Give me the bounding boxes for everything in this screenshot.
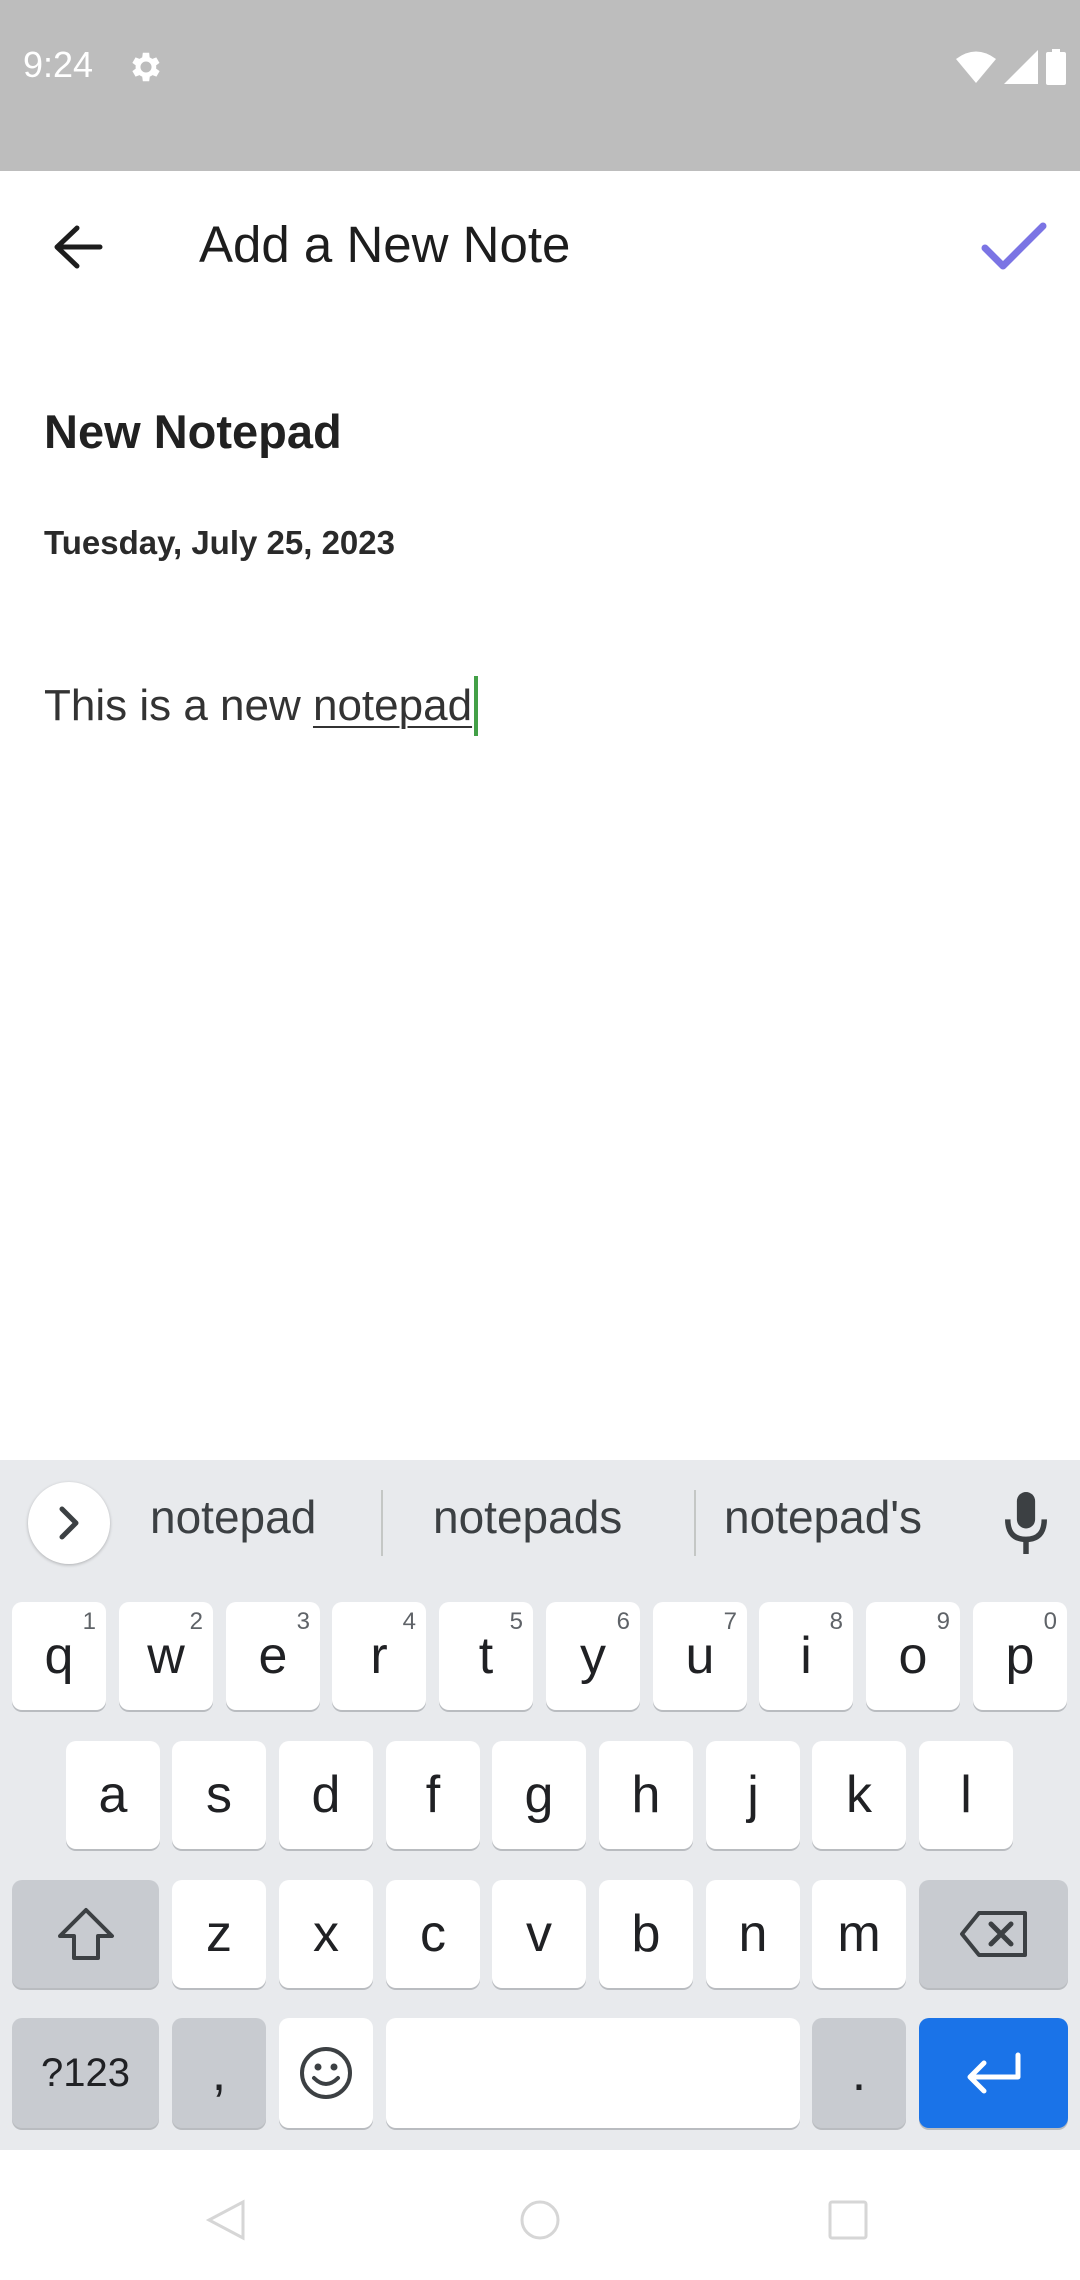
backspace-key[interactable]	[919, 1880, 1068, 1988]
key-g[interactable]: g	[492, 1741, 586, 1849]
navigation-bar	[0, 2150, 1080, 2280]
key-hint: 5	[509, 1608, 523, 1635]
note-body-field[interactable]: This is a new notepad	[44, 676, 479, 736]
key-hint: 3	[296, 1608, 310, 1635]
key-r[interactable]: r4	[332, 1602, 426, 1710]
key-hint: 7	[723, 1608, 737, 1635]
key-a[interactable]: a	[66, 1741, 160, 1849]
key-p[interactable]: p0	[973, 1602, 1067, 1710]
backspace-icon	[959, 1911, 1027, 1957]
key-hint: 8	[829, 1608, 843, 1635]
key-hint: 1	[82, 1608, 96, 1635]
key-k[interactable]: k	[812, 1741, 906, 1849]
symbols-key[interactable]: ?123	[12, 2018, 159, 2128]
key-x[interactable]: x	[279, 1880, 373, 1988]
key-u[interactable]: u7	[653, 1602, 747, 1710]
save-button[interactable]	[976, 211, 1052, 283]
wifi-icon	[956, 51, 996, 83]
key-label: q	[44, 1627, 74, 1685]
key-w[interactable]: w2	[119, 1602, 213, 1710]
suggestion-3[interactable]: notepad's	[724, 1490, 922, 1544]
status-icons	[956, 48, 1066, 86]
key-o[interactable]: o9	[866, 1602, 960, 1710]
suggestion-divider	[694, 1490, 696, 1556]
key-m[interactable]: m	[812, 1880, 906, 1988]
enter-arrow-icon	[967, 2052, 1020, 2094]
key-label: r	[370, 1627, 388, 1685]
app-bar: Add a New Note	[0, 171, 1080, 327]
emoji-key[interactable]	[279, 2018, 373, 2128]
arrow-back-icon	[54, 225, 103, 269]
key-y[interactable]: y6	[546, 1602, 640, 1710]
back-button[interactable]	[44, 213, 112, 281]
note-body-text: This is a new	[44, 681, 313, 730]
key-q[interactable]: q1	[12, 1602, 106, 1710]
microphone-icon[interactable]	[1000, 1492, 1052, 1554]
gear-icon	[132, 52, 160, 82]
key-f[interactable]: f	[386, 1741, 480, 1849]
key-label: y	[580, 1627, 606, 1685]
key-hint: 0	[1043, 1608, 1057, 1635]
key-label: e	[258, 1627, 288, 1685]
soft-keyboard: notepad notepads notepad's q1 w2 e3 r4 t…	[0, 1460, 1080, 2150]
status-bar: 9:24	[0, 0, 1080, 171]
key-label: i	[800, 1627, 812, 1685]
key-e[interactable]: e3	[226, 1602, 320, 1710]
cellular-signal-icon	[1004, 50, 1038, 84]
note-body-composing-word: notepad	[312, 681, 473, 730]
expand-toolbar-button[interactable]	[28, 1482, 110, 1564]
key-t[interactable]: t5	[439, 1602, 533, 1710]
key-label: o	[898, 1627, 928, 1685]
key-label: p	[1005, 1627, 1035, 1685]
key-label: t	[478, 1627, 494, 1685]
key-l[interactable]: l	[919, 1741, 1013, 1849]
period-key[interactable]: .	[812, 2018, 906, 2128]
key-hint: 2	[189, 1608, 203, 1635]
enter-key[interactable]	[919, 2018, 1068, 2128]
key-hint: 4	[402, 1608, 416, 1635]
page-title: Add a New Note	[199, 216, 571, 273]
key-d[interactable]: d	[279, 1741, 373, 1849]
note-date: Tuesday, July 25, 2023	[44, 524, 395, 561]
suggestion-strip: notepad notepads notepad's	[0, 1460, 1080, 1584]
key-label: w	[147, 1627, 185, 1685]
suggestion-1[interactable]: notepad	[150, 1490, 316, 1544]
key-h[interactable]: h	[599, 1741, 693, 1849]
suggestion-divider	[381, 1490, 383, 1556]
comma-key[interactable]: ,	[172, 2018, 266, 2128]
checkmark-icon	[981, 222, 1047, 270]
home-circle-icon[interactable]	[518, 2198, 562, 2242]
key-n[interactable]: n	[706, 1880, 800, 1988]
shift-key[interactable]	[12, 1880, 159, 1988]
spacebar-key[interactable]	[386, 2018, 800, 2128]
recents-square-icon[interactable]	[826, 2198, 870, 2242]
chevron-right-icon	[59, 1506, 79, 1540]
note-title-field[interactable]: New Notepad	[44, 404, 342, 459]
key-j[interactable]: j	[706, 1741, 800, 1849]
suggestion-2[interactable]: notepads	[433, 1490, 622, 1544]
key-c[interactable]: c	[386, 1880, 480, 1988]
battery-icon	[1046, 49, 1066, 85]
key-label: u	[685, 1627, 715, 1685]
key-i[interactable]: i8	[759, 1602, 853, 1710]
emoji-icon	[300, 2047, 352, 2099]
key-z[interactable]: z	[172, 1880, 266, 1988]
key-hint: 6	[616, 1608, 630, 1635]
text-caret	[474, 676, 479, 736]
key-b[interactable]: b	[599, 1880, 693, 1988]
shift-arrow-icon	[57, 1908, 114, 1960]
back-triangle-icon[interactable]	[203, 2198, 247, 2242]
status-time: 9:24	[23, 44, 94, 85]
key-v[interactable]: v	[492, 1880, 586, 1988]
key-s[interactable]: s	[172, 1741, 266, 1849]
key-hint: 9	[936, 1608, 950, 1635]
